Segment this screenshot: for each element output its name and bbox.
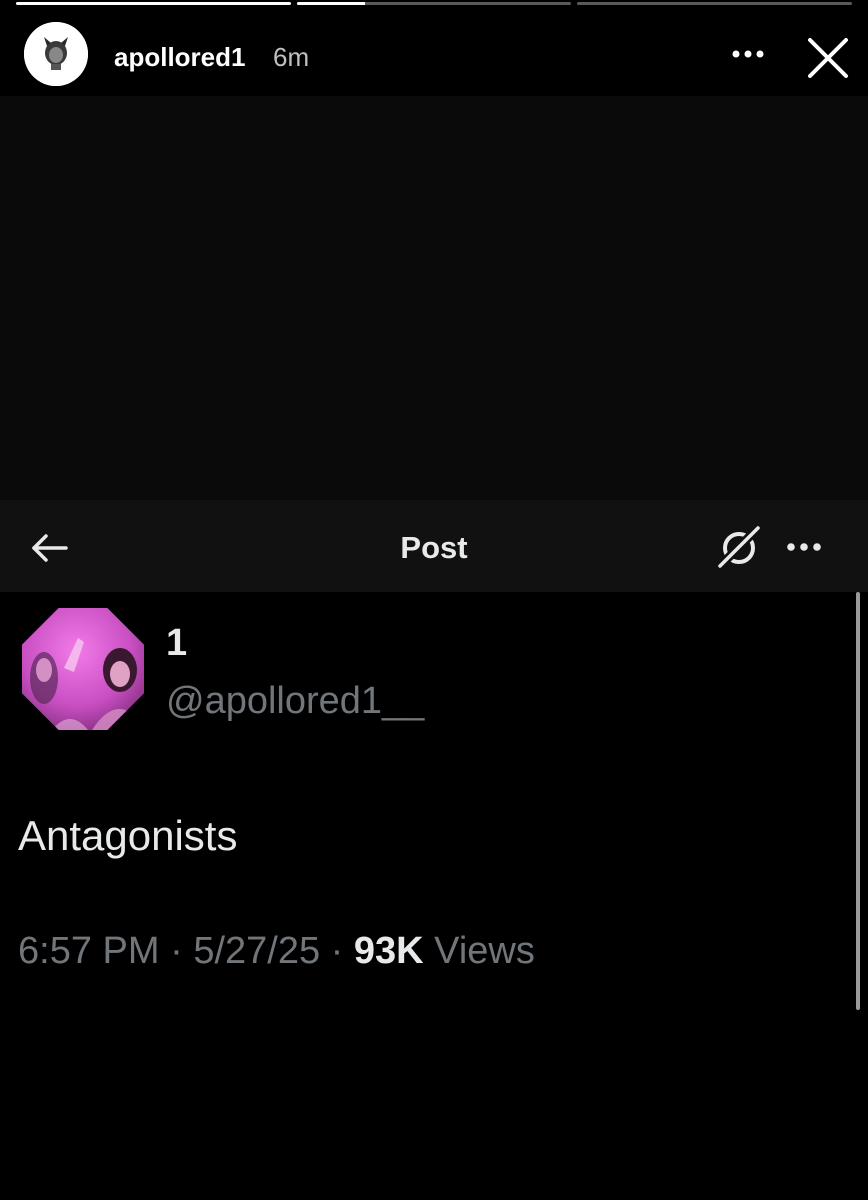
close-icon[interactable] — [804, 34, 852, 82]
post-text: Antagonists — [18, 812, 238, 859]
post-detail: 1 @apollored1__ Antagonists 6:57 PM · 5/… — [0, 592, 868, 1200]
post-metadata: 6:57 PM · 5/27/25 · 93K Views — [18, 930, 535, 973]
story-username[interactable]: apollored1 — [114, 42, 245, 73]
story-content-area — [0, 96, 868, 500]
post-time[interactable]: 6:57 PM — [18, 930, 160, 972]
author-avatar[interactable] — [22, 608, 144, 730]
post-date[interactable]: 5/27/25 — [193, 930, 320, 972]
grok-icon[interactable] — [714, 522, 764, 572]
story-progress-segment-3 — [577, 2, 853, 5]
story-header: apollored1 6m — [0, 20, 868, 92]
author-display-name[interactable]: 1 — [166, 622, 187, 665]
author-handle[interactable]: @apollored1__ — [166, 680, 424, 723]
story-progress-segment-1 — [16, 2, 291, 5]
views-label: Views — [434, 930, 535, 972]
post-header-bar: Post — [0, 500, 868, 592]
meta-separator: · — [170, 930, 183, 972]
more-horizontal-icon[interactable] — [782, 534, 826, 560]
story-timestamp: 6m — [273, 42, 310, 72]
meta-separator: · — [330, 930, 344, 972]
views-count: 93K — [353, 930, 424, 972]
more-horizontal-icon[interactable] — [726, 32, 770, 76]
story-progress-bars — [16, 2, 853, 6]
story-progress-segment-2 — [296, 2, 572, 5]
scrollbar[interactable] — [856, 592, 860, 1010]
story-avatar[interactable] — [24, 22, 88, 86]
